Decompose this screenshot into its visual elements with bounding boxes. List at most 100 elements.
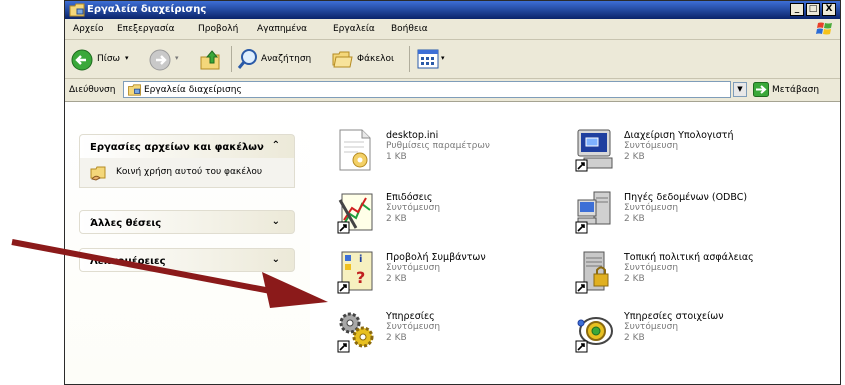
- file-type: Συντόμευση: [624, 141, 679, 151]
- back-button[interactable]: Πίσω ▾: [71, 40, 133, 78]
- other-places-header[interactable]: Άλλες θέσεις ⌄: [79, 210, 295, 234]
- chevron-down-icon[interactable]: ⌄: [272, 216, 280, 227]
- share-folder-icon: [90, 165, 108, 184]
- admin-tools-folder-icon: [69, 3, 85, 20]
- menu-help[interactable]: Βοήθεια: [391, 24, 428, 34]
- file-name: Τοπική πολιτική ασφάλειας: [624, 252, 754, 263]
- file-size: 2 KB: [624, 214, 645, 224]
- views-dropdown-icon[interactable]: ▾: [441, 54, 445, 62]
- file-name: Διαχείριση Υπολογιστή: [624, 130, 734, 141]
- panel-title: Λεπτομέρειες: [90, 256, 166, 267]
- address-label: Διεύθυνση: [69, 85, 116, 95]
- title-bar[interactable]: Εργαλεία διαχείρισης _ □ X: [65, 1, 840, 19]
- file-size: 1 KB: [386, 152, 407, 162]
- views-icon: [417, 49, 439, 72]
- close-button[interactable]: X: [822, 3, 836, 16]
- file-item-component-services[interactable]: Υπηρεσίες στοιχείων Συντόμευση 2 KB: [574, 309, 804, 361]
- back-label: Πίσω: [97, 54, 121, 64]
- panel-title: Εργασίες αρχείων και φακέλων: [90, 142, 264, 153]
- file-item-desktop-ini[interactable]: desktop.ini Ρυθμίσεις παραμέτρων 1 KB: [336, 128, 566, 180]
- file-size: 2 KB: [624, 152, 645, 162]
- file-size: 2 KB: [386, 214, 407, 224]
- explorer-window: Εργαλεία διαχείρισης _ □ X Αρχείο Επεξερ…: [64, 0, 841, 385]
- folders-icon: [331, 49, 355, 72]
- svg-text:i: i: [359, 254, 362, 265]
- back-dropdown-icon[interactable]: ▾: [125, 54, 129, 62]
- file-size: 2 KB: [624, 333, 645, 343]
- file-type: Συντόμευση: [624, 263, 679, 273]
- address-value: Εργαλεία διαχείρισης: [144, 85, 242, 95]
- panel-title: Άλλες θέσεις: [90, 218, 162, 229]
- file-size: 2 KB: [386, 333, 407, 343]
- views-button[interactable]: ▾: [417, 40, 451, 78]
- task-pane: Εργασίες αρχείων και φακέλων ⌃ Κοινή χρή…: [65, 102, 310, 384]
- performance-icon: [336, 190, 376, 234]
- file-name: Υπηρεσίες: [386, 311, 435, 322]
- menu-edit[interactable]: Επεξεργασία: [117, 24, 175, 34]
- odbc-icon: [574, 190, 614, 234]
- file-item-services[interactable]: Υπηρεσίες Συντόμευση 2 KB: [336, 309, 566, 361]
- address-dropdown-button[interactable]: ▼: [733, 82, 747, 97]
- file-type: Συντόμευση: [386, 203, 441, 213]
- file-name: desktop.ini: [386, 130, 439, 141]
- file-item-computer-management[interactable]: Διαχείριση Υπολογιστή Συντόμευση 2 KB: [574, 128, 804, 180]
- ini-settings-icon: [336, 128, 376, 172]
- folders-label: Φάκελοι: [357, 54, 395, 64]
- file-item-local-security-policy[interactable]: Τοπική πολιτική ασφάλειας Συντόμευση 2 K…: [574, 250, 804, 302]
- services-icon: [336, 309, 376, 353]
- file-size: 2 KB: [386, 274, 407, 284]
- menu-tools[interactable]: Εργαλεία: [333, 24, 375, 34]
- details-panel: Λεπτομέρειες ⌄: [79, 248, 295, 272]
- folders-button[interactable]: Φάκελοι: [331, 40, 397, 78]
- file-name: Επιδόσεις: [386, 192, 433, 203]
- content-area: Εργασίες αρχείων και φακέλων ⌃ Κοινή χρή…: [65, 102, 840, 384]
- file-size: 2 KB: [624, 274, 645, 284]
- menu-file[interactable]: Αρχείο: [73, 24, 104, 34]
- window-title: Εργαλεία διαχείρισης: [87, 4, 207, 15]
- up-folder-icon: [199, 49, 223, 74]
- event-viewer-icon: i ?: [336, 250, 376, 294]
- address-bar: Διεύθυνση Εργαλεία διαχείρισης ▼ Μετάβασ…: [65, 79, 840, 102]
- file-type: Συντόμευση: [386, 322, 441, 332]
- search-button[interactable]: Αναζήτηση: [237, 40, 317, 78]
- file-type: Συντόμευση: [624, 322, 679, 332]
- file-item-odbc[interactable]: Πηγές δεδομένων (ODBC) Συντόμευση 2 KB: [574, 190, 804, 242]
- toolbar: Πίσω ▾ ▾ Αναζήτηση Φάκελοι ▾: [65, 40, 840, 79]
- local-security-policy-icon: [574, 250, 614, 294]
- maximize-button[interactable]: □: [806, 3, 820, 16]
- file-item-performance[interactable]: Επιδόσεις Συντόμευση 2 KB: [336, 190, 566, 242]
- back-arrow-icon: [71, 49, 93, 74]
- file-name: Προβολή Συμβάντων: [386, 252, 486, 263]
- other-places-panel: Άλλες θέσεις ⌄: [79, 210, 295, 234]
- search-label: Αναζήτηση: [261, 54, 312, 64]
- minimize-button[interactable]: _: [790, 3, 804, 16]
- share-this-folder-link[interactable]: Κοινή χρήση αυτού του φακέλου: [116, 167, 262, 177]
- file-type: Ρυθμίσεις παραμέτρων: [386, 141, 490, 151]
- admin-tools-folder-icon: [127, 84, 142, 99]
- file-type: Συντόμευση: [624, 203, 679, 213]
- computer-management-icon: [574, 128, 614, 172]
- forward-dropdown-icon[interactable]: ▾: [175, 54, 179, 62]
- go-button[interactable]: Μετάβαση: [772, 85, 819, 95]
- forward-arrow-icon: [149, 49, 171, 74]
- windows-logo-icon: [816, 21, 834, 40]
- go-arrow-icon[interactable]: [753, 82, 769, 100]
- file-folder-tasks-body: Κοινή χρήση αυτού του φακέλου: [79, 158, 295, 188]
- menu-bar: Αρχείο Επεξεργασία Προβολή Αγαπημένα Εργ…: [65, 19, 840, 40]
- address-input[interactable]: Εργαλεία διαχείρισης: [123, 81, 731, 98]
- toolbar-separator: [231, 46, 232, 72]
- menu-view[interactable]: Προβολή: [198, 24, 238, 34]
- toolbar-separator: [409, 46, 410, 72]
- file-name: Υπηρεσίες στοιχείων: [624, 311, 724, 322]
- chevron-up-icon[interactable]: ⌃: [272, 140, 280, 151]
- menu-favorites[interactable]: Αγαπημένα: [257, 24, 307, 34]
- file-name: Πηγές δεδομένων (ODBC): [624, 192, 748, 203]
- chevron-down-icon[interactable]: ⌄: [272, 254, 280, 265]
- svg-text:?: ?: [356, 268, 365, 287]
- forward-button[interactable]: ▾: [149, 40, 185, 78]
- file-folder-tasks-header[interactable]: Εργασίες αρχείων και φακέλων ⌃: [79, 134, 295, 158]
- up-folder-button[interactable]: [199, 40, 225, 78]
- search-magnifier-icon: [237, 48, 259, 73]
- details-header[interactable]: Λεπτομέρειες ⌄: [79, 248, 295, 272]
- file-item-event-viewer[interactable]: i ? Προβολή Συμβάντων Συντόμευση 2 KB: [336, 250, 566, 302]
